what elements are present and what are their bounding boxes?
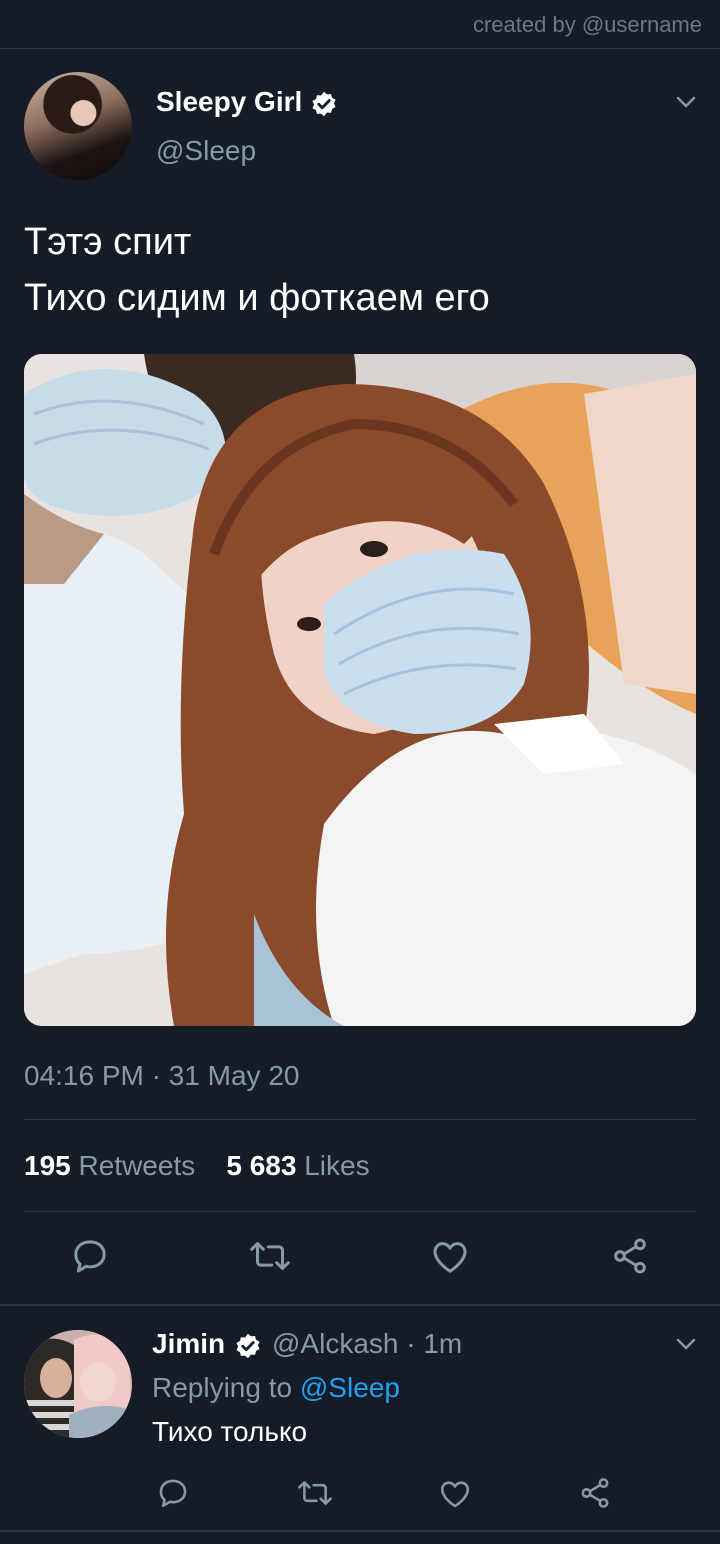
divider — [24, 1211, 696, 1212]
top-divider — [0, 48, 720, 49]
like-icon[interactable] — [438, 1477, 472, 1511]
retweet-icon[interactable] — [248, 1236, 292, 1276]
reply-author-avatar[interactable] — [24, 1330, 132, 1438]
author-handle[interactable]: @Sleep — [156, 135, 256, 167]
retweets-count[interactable]: 195 — [24, 1150, 71, 1181]
share-icon[interactable] — [578, 1476, 612, 1510]
replying-to-mention[interactable]: @Sleep — [300, 1372, 400, 1403]
watermark: created by @username — [472, 12, 702, 37]
reply-author-handle[interactable]: @Alckash — [272, 1328, 398, 1359]
author-name[interactable]: Sleepy Girl — [156, 86, 302, 118]
reply-avatar-illustration — [24, 1330, 132, 1438]
verified-badge-icon — [236, 1333, 260, 1359]
replying-to-label: Replying to — [152, 1372, 293, 1403]
tweet-stats: 195 Retweets 5 683 Likes — [24, 1150, 370, 1182]
section-divider — [0, 1304, 720, 1306]
like-icon[interactable] — [430, 1237, 470, 1277]
reply-icon[interactable] — [70, 1236, 110, 1276]
verified-badge-icon — [312, 91, 336, 117]
tweet-text-line-2: Тихо сидим и фоткаем его — [24, 277, 490, 319]
retweets-label[interactable]: Retweets — [79, 1150, 196, 1181]
retweet-icon[interactable] — [296, 1476, 334, 1510]
photo-illustration — [24, 354, 696, 1026]
likes-count[interactable]: 5 683 — [226, 1150, 296, 1181]
tweet-photo[interactable] — [24, 354, 696, 1026]
tweet-timestamp[interactable]: 04:16 PM · 31 May 20 — [24, 1060, 299, 1092]
chevron-down-icon[interactable] — [674, 90, 698, 114]
section-divider — [0, 1530, 720, 1532]
reply-handle-and-time: @Alckash · 1m — [272, 1328, 462, 1360]
divider — [24, 1119, 696, 1120]
reply-author-name[interactable]: Jimin — [152, 1328, 225, 1360]
tweet-text-line-1: Тэтэ спит — [24, 221, 192, 263]
replying-to: Replying to @Sleep — [152, 1372, 400, 1404]
likes-label[interactable]: Likes — [304, 1150, 369, 1181]
reply-text: Тихо только — [152, 1416, 308, 1447]
reply-icon[interactable] — [156, 1476, 190, 1510]
tweet-text: Тэтэ спит Тихо сидим и фоткаем его — [24, 214, 490, 326]
reply-time: · 1m — [406, 1328, 463, 1359]
author-avatar[interactable] — [24, 72, 132, 180]
chevron-down-icon[interactable] — [674, 1332, 698, 1356]
share-icon[interactable] — [610, 1236, 650, 1276]
